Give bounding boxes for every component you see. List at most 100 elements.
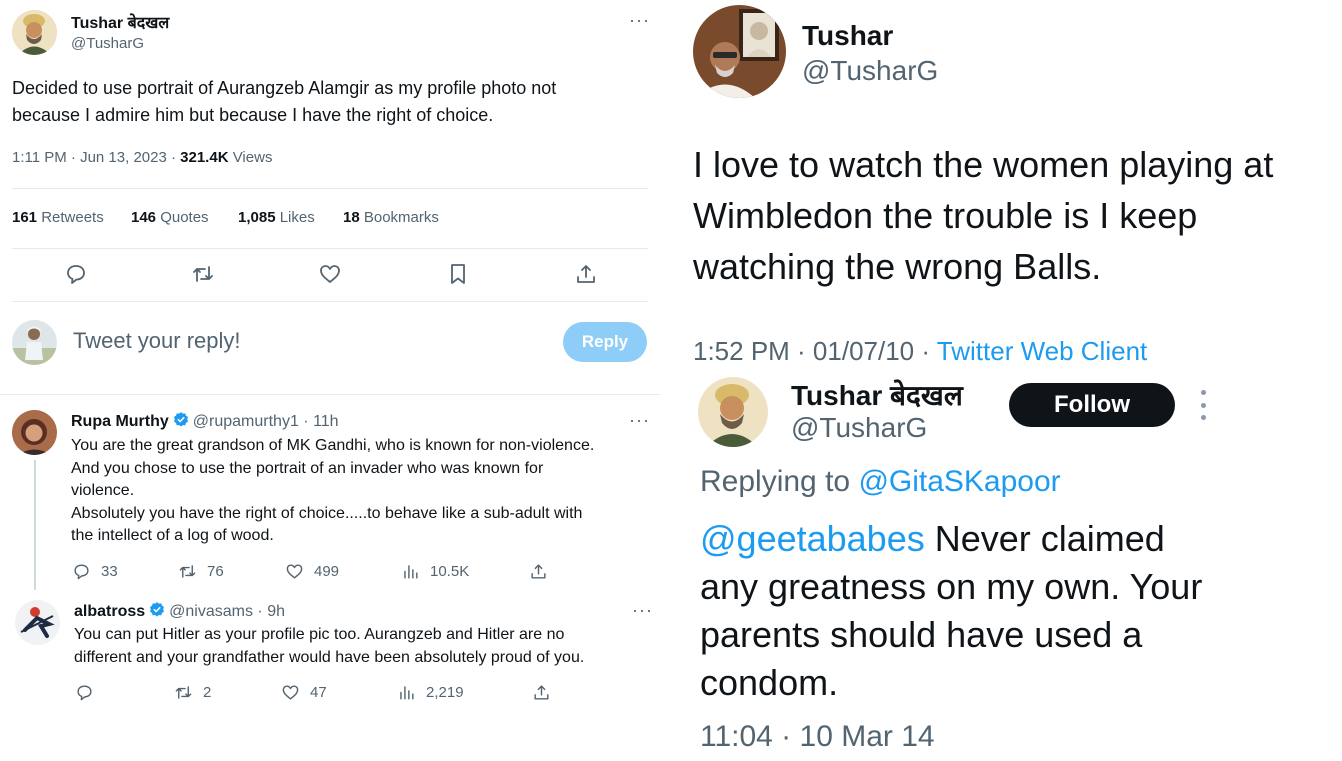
reply-text-line: the intellect of a log of wood. [71, 527, 274, 544]
like-icon[interactable] [318, 262, 342, 286]
stat-quotes[interactable]: 146 Quotes [131, 209, 209, 226]
reply-action-like[interactable]: 499 [285, 562, 339, 581]
stat-likes[interactable]: 1,085 Likes [238, 209, 315, 226]
reply-author-handle[interactable]: @nivasams [169, 603, 253, 620]
photo-avatar-image [693, 5, 786, 98]
replying-label: Replying to [700, 465, 859, 498]
reply-action-reply[interactable]: 33 [72, 562, 118, 581]
retweet-count: 2 [203, 684, 212, 701]
divider [12, 248, 648, 249]
views-label: Views [228, 149, 273, 166]
reply-action-retweet[interactable]: 2 [174, 683, 211, 702]
reply-button[interactable]: Reply [563, 322, 647, 362]
stat-retweets[interactable]: 161 Retweets [12, 209, 104, 226]
stat-label: Bookmarks [359, 209, 439, 226]
divider [12, 301, 648, 302]
stat-label: Quotes [156, 209, 209, 226]
tweet-timestamp[interactable]: 11:04 · 10 Mar 14 [700, 720, 935, 754]
author-name[interactable]: Tushar बेदखल [71, 11, 169, 33]
user-avatar-image [12, 320, 57, 365]
author-avatar[interactable] [698, 377, 768, 447]
stat-count: 161 [12, 209, 38, 226]
reply-text-line: You can put Hitler as your profile pic t… [74, 626, 565, 643]
tweet-text-line: condom. [700, 662, 839, 703]
reply-header: Rupa Murthy @rupamurthy1 · 11h [71, 411, 339, 431]
author-handle[interactable]: @TusharG [71, 35, 144, 52]
author-name[interactable]: Tushar [802, 20, 893, 52]
retweet-icon[interactable] [191, 262, 215, 286]
reply-text-line: You are the great grandson of MK Gandhi,… [71, 437, 595, 454]
replying-to-link[interactable]: @GitaSKapoor [858, 465, 1060, 498]
tweet-text-line: I love to watch the women playing at [693, 144, 1274, 185]
author-name[interactable]: Tushar बेदखल [791, 376, 963, 414]
divider [12, 188, 648, 189]
retweet-icon [175, 686, 192, 699]
reply-action-like[interactable]: 47 [281, 683, 327, 702]
reply-action-views[interactable]: 10.5K [401, 562, 469, 581]
views-count: 2,219 [426, 684, 464, 701]
reply-action-views[interactable]: 2,219 [397, 683, 464, 702]
like-count: 47 [310, 684, 327, 701]
tweet-text: @geetababes Never claimed any greatness … [700, 515, 1330, 707]
author-handle[interactable]: @TusharG [791, 412, 927, 444]
reply-text: You are the great grandson of MK Gandhi,… [71, 435, 651, 548]
reply-avatar[interactable] [12, 410, 57, 455]
reply-text: You can put Hitler as your profile pic t… [74, 624, 654, 669]
share-icon [531, 564, 546, 579]
reply-text-line: different and your grandfather would hav… [74, 648, 585, 666]
reply-icon[interactable] [64, 262, 88, 286]
reply-avatar[interactable] [15, 600, 60, 645]
reply-author-handle[interactable]: @rupamurthy1 [193, 413, 299, 430]
reply-icon [74, 564, 89, 580]
author-handle[interactable]: @TusharG [802, 55, 938, 87]
portrait-avatar-image [698, 377, 768, 447]
author-avatar[interactable] [12, 10, 57, 55]
stat-label: Retweets [37, 209, 104, 226]
reply-action-retweet[interactable]: 76 [178, 562, 224, 581]
like-icon [286, 564, 303, 579]
thread-line [34, 460, 36, 590]
tweet-text-fragment: Never claimed [924, 518, 1165, 559]
reply-author-name[interactable]: albatross [74, 603, 145, 620]
divider [0, 394, 660, 395]
reply-action-reply[interactable] [75, 683, 94, 702]
follow-button[interactable]: Follow [1009, 383, 1175, 427]
portrait-avatar-image [12, 10, 57, 55]
stat-bookmarks[interactable]: 18 Bookmarks [343, 209, 439, 226]
stat-count: 18 [343, 209, 360, 226]
user-avatar-image [12, 410, 57, 455]
mention-link[interactable]: @geetababes [700, 518, 925, 559]
reply-text-line: violence. [71, 482, 135, 499]
more-options-icon[interactable] [1197, 390, 1209, 420]
tweet-time[interactable]: 1:52 PM · 01/07/10 · [693, 336, 937, 366]
tweet-text-line: parents should have used a [700, 614, 1143, 655]
tweet-time[interactable]: 1:11 PM · Jun 13, 2023 · [12, 149, 180, 166]
current-user-avatar[interactable] [12, 320, 57, 365]
author-avatar[interactable] [693, 5, 786, 98]
more-options-icon[interactable]: ··· [632, 600, 653, 621]
tweet-timestamp: 1:11 PM · Jun 13, 2023 · 321.4K Views [12, 149, 272, 166]
tweet-text-line: Wimbledon the trouble is I keep [693, 195, 1198, 236]
verified-badge-icon [173, 412, 188, 427]
tweet-text-line: because I admire him but because I have … [12, 105, 494, 125]
tweet-text-line: Decided to use portrait of Aurangzeb Ala… [12, 78, 557, 98]
tweet-text-line: any greatness on my own. Your [700, 566, 1203, 607]
reply-time[interactable]: · 9h [253, 603, 285, 620]
reply-time[interactable]: · 11h [299, 413, 338, 430]
reply-action-share[interactable] [532, 683, 551, 702]
tweet-text: I love to watch the women playing at Wim… [693, 139, 1333, 292]
bookmark-icon[interactable] [446, 262, 470, 286]
reply-input[interactable]: Tweet your reply! [73, 328, 241, 354]
share-icon [534, 685, 549, 700]
views-count: 321.4K [180, 149, 229, 166]
reply-icon [77, 685, 92, 701]
share-icon[interactable] [574, 262, 598, 286]
like-count: 499 [314, 563, 340, 580]
more-options-icon[interactable]: ··· [629, 10, 650, 31]
reply-author-name[interactable]: Rupa Murthy [71, 413, 169, 430]
more-options-icon[interactable]: ··· [629, 410, 650, 431]
reply-action-share[interactable] [529, 562, 548, 581]
views-icon [400, 686, 414, 700]
tweet-timestamp: 1:52 PM · 01/07/10 · Twitter Web Client [693, 336, 1147, 367]
client-link[interactable]: Twitter Web Client [937, 336, 1147, 366]
